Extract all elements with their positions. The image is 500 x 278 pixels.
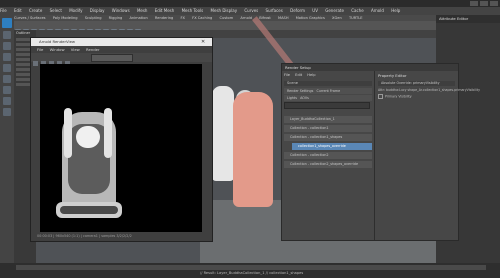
statue-pink-model[interactable] [233,92,273,207]
menu-item[interactable]: Window [50,47,65,52]
outliner-title: Outliner [16,31,31,35]
override-attribute-field[interactable]: Absolute Override: primaryVisibility [378,81,455,86]
statue-white-model[interactable] [212,86,234,181]
scale-tool-icon[interactable] [3,86,11,94]
render-view-menubar: File Window View Render [31,46,212,53]
render-setup-window: Render Setup File Edit Help Scene Render… [281,63,480,241]
menu-item[interactable]: File [37,47,43,52]
close-button[interactable] [490,1,498,6]
collection-row[interactable]: Collection - collection1_shapes [284,134,372,141]
aovs-label: AOVs [300,96,309,100]
primary-visibility-label: Primary Visibility [385,94,412,99]
menu-item[interactable]: File [284,73,290,77]
menu-item[interactable]: Curves [244,8,258,13]
shelf-tab[interactable]: Bifrost [259,16,271,20]
current-frame-label: Current Frame [316,89,341,93]
minimize-button[interactable] [470,1,478,6]
shelf-tab[interactable]: XGen [332,16,342,20]
collection-row[interactable]: Collection - collection1 [284,125,372,132]
shelf-tab[interactable]: Rigging [109,16,123,20]
maya-logo-icon [2,18,12,28]
collection-row[interactable]: Collection - collection2_shapes_override [284,161,372,168]
property-editor-title: Property Editor [378,73,407,78]
menu-item[interactable]: Edit [295,73,302,77]
timeline-slider[interactable] [16,265,486,270]
rotate-tool-icon[interactable] [3,75,11,83]
camera-dropdown[interactable] [91,54,133,62]
close-icon[interactable]: ✕ [201,39,205,45]
maximize-button[interactable] [480,1,488,6]
menu-item[interactable]: Mesh Display [211,8,238,13]
shelf-tab[interactable]: Rendering [155,16,173,20]
status-message: // Result: Layer_BuddhaCollection_1 // c… [200,271,304,275]
collection-row[interactable]: Collection - collection2 [284,152,372,159]
menu-item[interactable]: Arnold [371,8,384,13]
menu-item[interactable]: Deform [290,8,305,13]
rendered-image [40,64,202,232]
menu-item[interactable]: View [71,47,80,52]
menu-item[interactable]: Edit [14,8,22,13]
render-setup-title: Render Setup [282,64,458,71]
lights-row[interactable]: Lights AOVs [284,95,372,101]
menu-item[interactable]: Create [29,8,42,13]
lights-label: Lights [287,96,297,100]
menu-item[interactable]: Windows [112,8,130,13]
render-settings-label: Render Settings [287,89,314,93]
menu-item[interactable]: Select [50,8,62,13]
primary-visibility-checkbox[interactable]: Primary Visibility [378,94,412,99]
statue-head [76,126,100,148]
render-settings-row[interactable]: Render Settings Current Frame [284,88,372,94]
menu-item[interactable]: Mesh Tools [182,8,204,13]
shelf-tab[interactable]: Motion Graphics [296,16,325,20]
menu-item[interactable]: Render [86,47,100,52]
main-menubar: File Edit Create Select Modify Display W… [0,7,500,15]
menu-item[interactable]: Modify [69,8,82,13]
lasso-tool-icon[interactable] [3,42,11,50]
menu-item[interactable]: Help [391,8,400,13]
scene-row[interactable]: Scene [284,81,372,86]
render-layer-row[interactable]: Layer_BuddhaCollection_1 [284,116,372,123]
menu-item[interactable]: Edit Mesh [155,8,175,13]
shelf-tab[interactable]: Curves / Surfaces [14,16,46,20]
menu-item[interactable]: UV [312,8,318,13]
render-view-window: Arnold RenderView ✕ File Window View Ren… [30,37,213,242]
render-setup-menubar: File Edit Help [284,73,320,77]
shelf-tab[interactable]: Animation [129,16,147,20]
render-stats: 00:00:03 | 960x540 (1:1) | camera1 | sam… [37,234,132,238]
attribute-path-text: Attr: buddha:Lucy shape_Ar.collection1_s… [378,88,480,92]
statue-arm-right [104,108,112,158]
shelf-tab[interactable]: TURTLE [349,16,363,20]
menu-item[interactable]: Help [307,73,315,77]
shelf-tab[interactable]: Arnold [240,16,252,20]
shelf-tab[interactable]: Custom [219,16,233,20]
title-bar [0,0,500,7]
checkbox-icon[interactable] [378,94,383,99]
search-input[interactable] [284,102,370,109]
shelf-tab[interactable]: FX [180,16,185,20]
statue-arm-left [64,108,72,158]
shelf-tab[interactable]: Poly Modeling [53,16,78,20]
menu-item[interactable]: Cache [351,8,363,13]
render-icon[interactable] [32,61,38,66]
menu-item[interactable]: Display [90,8,105,13]
select-tool-icon[interactable] [3,31,11,39]
layout-single-icon[interactable] [3,97,11,105]
menu-item[interactable]: Mesh [137,8,148,13]
paint-select-icon[interactable] [3,53,11,61]
shelf-tab[interactable]: FX Caching [192,16,212,20]
menu-item[interactable]: Generate [325,8,344,13]
attribute-editor-title: Attribute Editor [436,15,500,23]
render-view-title: Arnold RenderView [31,38,212,46]
menu-item[interactable]: File [0,8,7,13]
menu-item[interactable]: Surfaces [266,8,283,13]
toolbox [0,15,14,263]
move-tool-icon[interactable] [3,64,11,72]
shelf-tab[interactable]: MASH [278,16,289,20]
override-row-selected[interactable]: collection1_shapes_override [292,143,372,150]
shelf-tab[interactable]: Sculpting [85,16,102,20]
layout-four-icon[interactable] [3,108,11,116]
statue-base-shadow [60,206,118,214]
